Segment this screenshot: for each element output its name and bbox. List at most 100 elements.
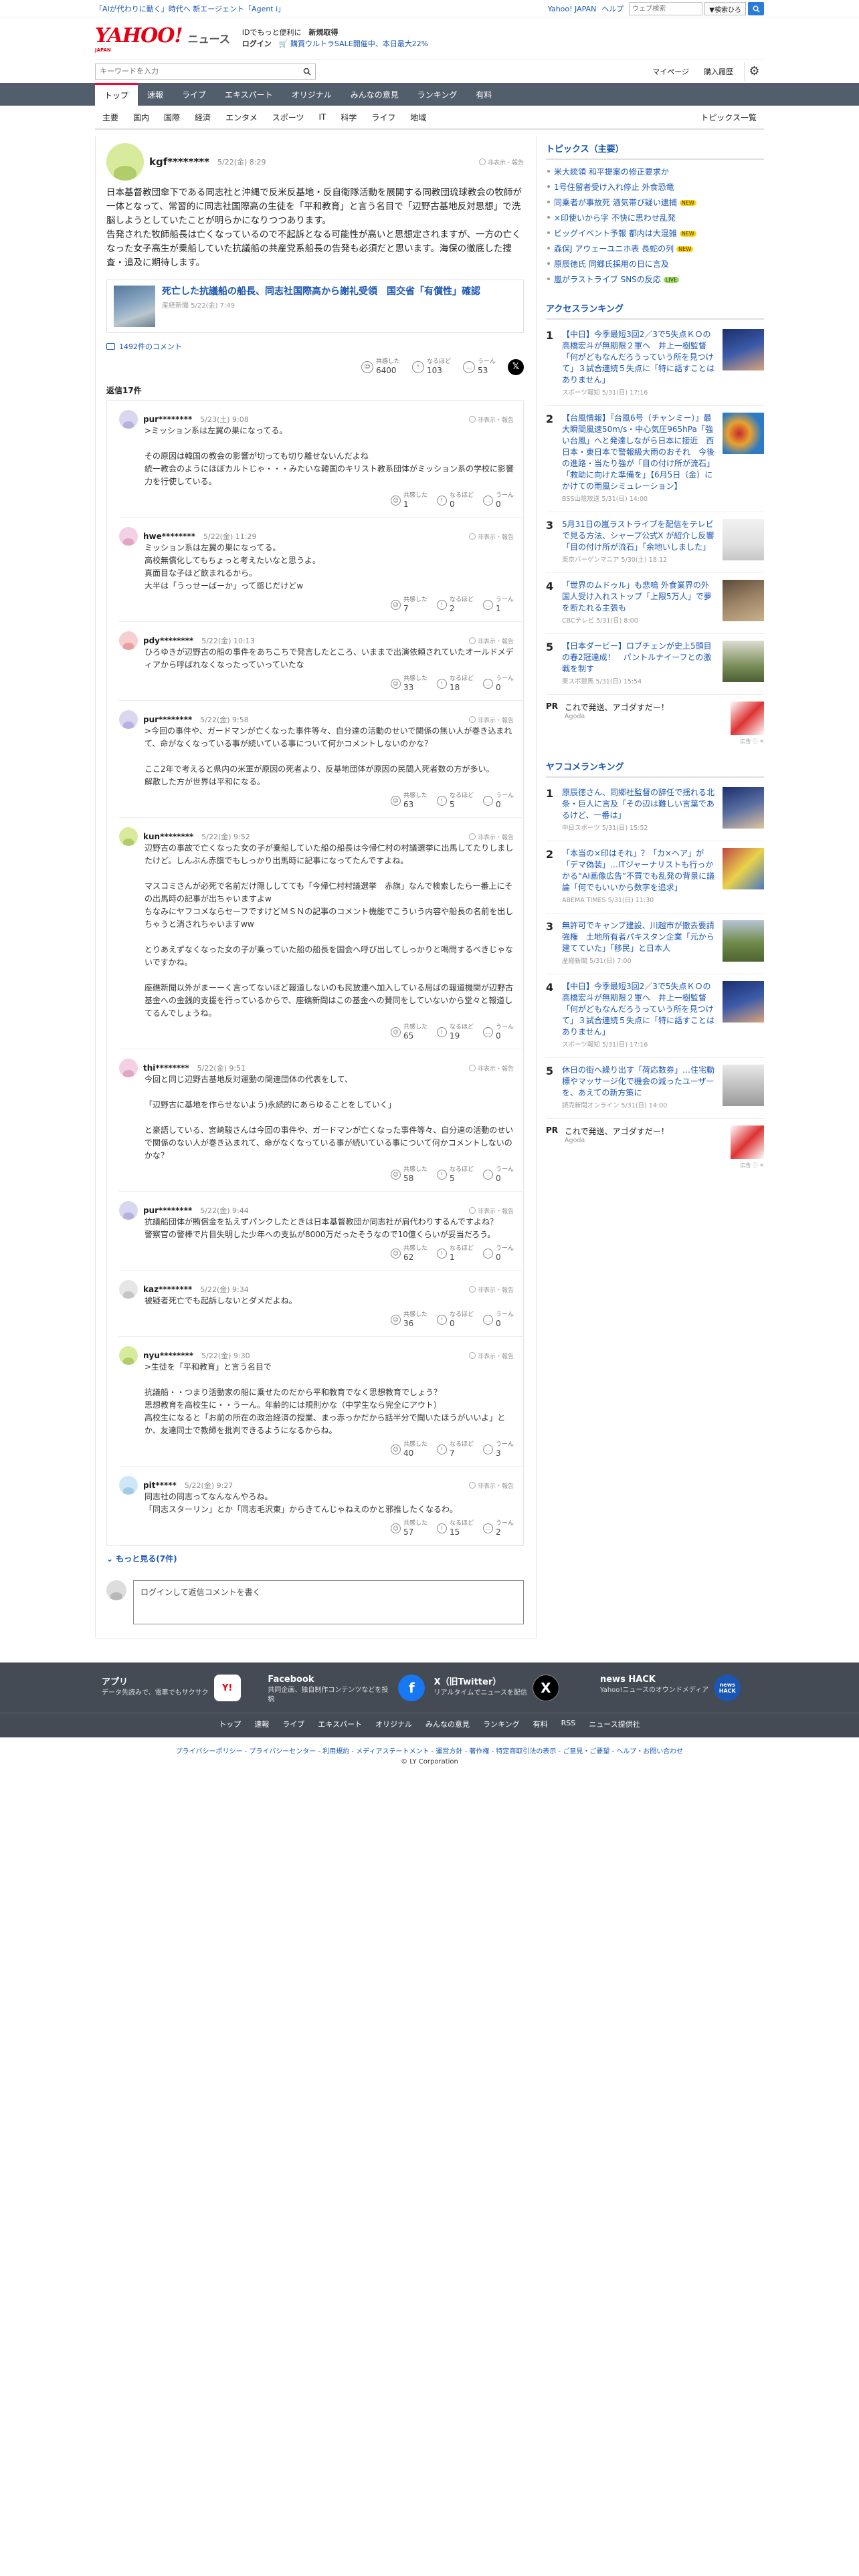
ranking-item[interactable]: 4 【中日】今季最短3回2／3で5失点ＫＯの高橋宏斗が無期限２軍へ 井上一樹監督「… [546,974,764,1058]
cat-science[interactable]: 科学 [333,112,364,123]
cat-life[interactable]: ライフ [364,112,403,123]
empathy-button[interactable]: ☺ 共感した 1 [390,492,427,509]
insight-button[interactable]: ! なるほど 5 [436,1166,474,1183]
topic-item[interactable]: 森保J アウェーユニホ表 長蛇の列 NEW [546,241,764,256]
purchase-history-link[interactable]: 購入履歴 [700,64,737,79]
settings-button[interactable]: ⚙ [744,62,764,81]
report-button[interactable]: 非表示・報告 [468,1064,514,1073]
hmm-button[interactable]: … うーん 0 [482,792,514,809]
insight-button[interactable]: ! なるほど 18 [436,675,474,692]
reply-username[interactable]: pur******** [143,1206,192,1215]
cat-main[interactable]: 主要 [95,112,126,123]
footer-nav-item[interactable]: みんなの意見 [425,1719,470,1729]
report-button[interactable]: 非表示・報告 [468,532,514,541]
pr-ad[interactable]: PR これで発送、アゴダすだー！ Agoda [546,1119,764,1166]
empathy-button[interactable]: ☺ 共感した 40 [390,1441,427,1458]
insight-button[interactable]: ! なるほど 7 [436,1441,474,1458]
hmm-button[interactable]: … うーん 0 [482,1166,514,1183]
footer-app[interactable]: アプリ データ先読みで、電車でもサクサク Y! [102,1675,259,1705]
pr-ad[interactable]: PR これで発送、アゴダすだー！ Agoda [546,695,764,742]
ranking-item[interactable]: 4 「世界のムドゥル」も悲鳴 外食業界の外国人受け入れストップ「上限5万人」で夢を… [546,573,764,634]
insight-button[interactable]: ! なるほど 0 [436,492,474,509]
topic-item[interactable]: 1号住留者受け入れ停止 外食恐竜 [546,179,764,195]
nav-ranking[interactable]: ランキング [408,83,467,106]
login-link[interactable]: ログイン [242,39,272,48]
topic-item[interactable]: ビッグイベント予報 都内は大混雑 NEW [546,225,764,241]
reply-username[interactable]: pur******** [143,415,192,424]
cat-economy[interactable]: 経済 [187,112,218,123]
search-scope-select[interactable]: ▼検索ひろ [704,2,746,15]
report-button[interactable]: 非表示・報告 [468,716,514,724]
cat-entertainment[interactable]: エンタメ [218,112,265,123]
footer-nav-item[interactable]: ニュース提供社 [589,1719,640,1729]
reply-username[interactable]: thi******** [143,1063,189,1073]
report-button[interactable]: 非表示・報告 [468,1352,514,1360]
reply-input[interactable]: ログインして返信コメントを書く [133,1580,524,1624]
nav-live[interactable]: ライブ [173,83,215,106]
cat-domestic[interactable]: 国内 [126,112,157,123]
search-button[interactable] [748,2,764,15]
footer-facebook[interactable]: Facebook 共同企画、独自制作コンテンツなどを投稿 f [268,1675,425,1705]
topic-item[interactable]: 嵐がラストライブ SNSの反応 LIVE [546,272,764,287]
hmm-button[interactable]: … うーん 0 [482,1024,514,1041]
help-link[interactable]: ヘルプ [601,3,624,14]
comment-username[interactable]: kgf******** [149,156,209,168]
empathy-button[interactable]: ☺ 共感した 6400 [361,358,400,375]
hmm-button[interactable]: … うーん 0 [482,675,514,692]
legal-links[interactable]: プライバシーポリシー - プライバシーセンター - 利用規約 - メディアステー… [0,1737,859,1758]
news-search-button[interactable] [299,68,315,76]
reply-username[interactable]: nyu******** [143,1351,193,1360]
report-button[interactable]: 非表示・報告 [468,1206,514,1215]
nav-opinions[interactable]: みんなの意見 [341,83,408,106]
hmm-button[interactable]: … うーん 0 [482,1245,514,1262]
ranking-item[interactable]: 2 「本当の×印はそれ」？「カ×ヘア」が「デマ偽装」…ITジャーナリストも行っかか… [546,841,764,914]
news-search-input[interactable] [96,64,299,79]
sale-banner[interactable]: 🛒 購買ウルトラSALE開催中、本日最大22% [279,39,428,48]
share-x-button[interactable]: 𝕏 [508,358,524,375]
reply-username[interactable]: kun******** [143,832,193,841]
insight-button[interactable]: ! なるほど 103 [411,358,451,375]
hmm-button[interactable]: … うーん 53 [462,358,496,375]
signup-link[interactable]: 新規取得 [308,28,338,37]
insight-button[interactable]: ! なるほど 1 [436,1245,474,1262]
nav-original[interactable]: オリジナル [282,83,341,106]
ranking-item[interactable]: 5 休日の街へ繰り出す「荷応数券」…住宅動標やマッサージ化で機会の減ったユーザーを… [546,1058,764,1119]
footer-nav-item[interactable]: 速報 [254,1719,269,1729]
report-button[interactable]: 非表示・報告 [468,415,514,424]
report-button[interactable]: 非表示・報告 [468,1285,514,1294]
footer-nav-item[interactable]: オリジナル [375,1719,412,1729]
comment-count-link[interactable]: 1492件のコメント [106,341,524,352]
hmm-button[interactable]: … うーん 2 [482,1520,514,1537]
topics-list-link[interactable]: トピックス一覧 [693,112,764,123]
ranking-item[interactable]: 3 5月31日の嵐ラストライブを配信をテレビで見る方法、シャープ公式X が紹介し反… [546,512,764,573]
insight-button[interactable]: ! なるほど 0 [436,1311,474,1328]
promo-link-1[interactable]: 「AIが代わりに動く」時代へ [95,5,191,13]
insight-button[interactable]: ! なるほど 2 [436,597,474,613]
topic-item[interactable]: 同乗者が事故死 酒気帯び疑い逮捕 NEW [546,195,764,210]
empathy-button[interactable]: ☺ 共感した 65 [390,1024,427,1041]
footer-nav-item[interactable]: エキスパート [318,1719,362,1729]
footer-x[interactable]: X（旧Twitter） リアルタイムでニュースを配信 X [434,1675,591,1705]
yahoo-top-link[interactable]: Yahoo! JAPAN [548,5,597,13]
cat-local[interactable]: 地域 [403,112,434,123]
ranking-item[interactable]: 5 【日本ダービー】ロブチェンが史上5頭目の春2冠達成！ パントルナイーフとの激戦… [546,634,764,695]
footer-nav-item[interactable]: 有料 [533,1719,548,1729]
footer-newshack[interactable]: news HACK Yahoo!ニュースのオウンドメディア news HACK [600,1675,757,1705]
empathy-button[interactable]: ☺ 共感した 57 [390,1520,427,1537]
topic-item[interactable]: ×印使いから字 不快に思わせ乱発 [546,210,764,225]
footer-nav-item[interactable]: ライブ [282,1719,304,1729]
reply-username[interactable]: hwe******** [143,532,195,541]
show-more-replies-button[interactable]: ⌄ もっと見る(7件) [106,1546,524,1572]
topic-item[interactable]: 原辰徳氏 同郷氏採用の日に言及 [546,256,764,272]
ranking-item[interactable]: 1 原辰徳さん、同郷社監督の辞任で揺れる北条・巨人に言及「その辺は難しい言葉である… [546,780,764,841]
ranking-item[interactable]: 1 【中日】今季最短3回2／3で5失点ＫＯの高橋宏斗が無期限２軍へ 井上一樹監督「… [546,322,764,406]
reply-username[interactable]: pdy******** [143,636,193,645]
nav-expert[interactable]: エキスパート [215,83,282,106]
insight-button[interactable]: ! なるほど 5 [436,792,474,809]
insight-button[interactable]: ! なるほど 15 [436,1520,474,1537]
yahoo-news-logo[interactable]: YAHOO! JAPAN ニュース [95,24,230,53]
mypage-link[interactable]: マイページ [648,64,693,79]
footer-nav-item[interactable]: RSS [561,1719,576,1729]
nav-paid[interactable]: 有料 [466,83,501,106]
ad-note[interactable]: 広告 ⓘ ✕ [546,738,764,749]
